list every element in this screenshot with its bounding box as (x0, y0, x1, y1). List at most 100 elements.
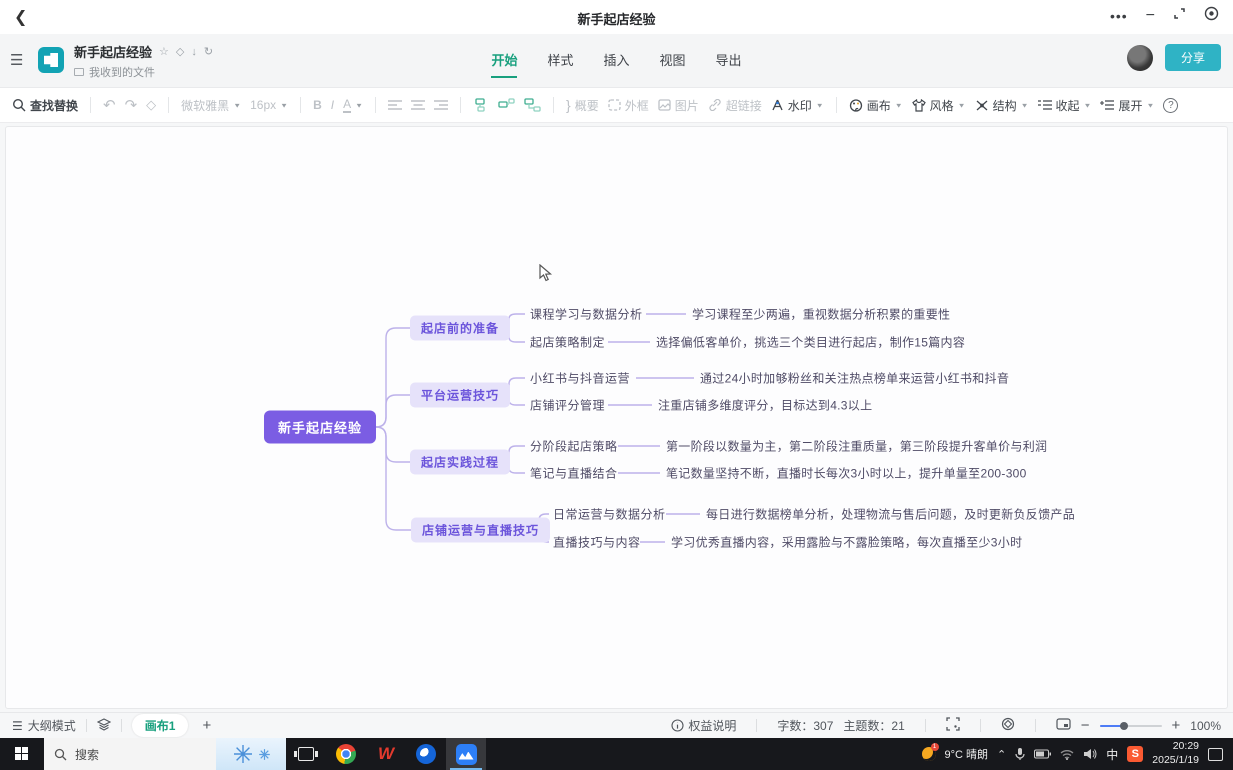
mindmap-connectors (6, 127, 1229, 710)
ime-indicator[interactable]: 中 (1106, 746, 1118, 763)
canvas-button[interactable]: 画布▼ (849, 97, 903, 114)
weather-text[interactable]: 9°C 晴朗 (945, 746, 989, 762)
watermark-button[interactable]: 水印▼ (771, 97, 824, 114)
user-avatar[interactable] (1127, 45, 1153, 71)
mindmap-branch-node[interactable]: 起店实践过程 (410, 450, 510, 475)
start-button[interactable] (0, 738, 44, 770)
microphone-icon[interactable] (1015, 747, 1025, 761)
hidden-icons-chevron[interactable]: ⌃ (997, 748, 1006, 761)
font-size-select[interactable]: 16px▼ (250, 98, 288, 112)
window-title: 新手起店经验 (0, 9, 1233, 28)
minimap-icon[interactable] (1056, 718, 1071, 733)
tab-insert[interactable]: 插入 (603, 50, 629, 78)
font-family-select[interactable]: 微软雅黑▼ (181, 97, 241, 114)
mindmap-detail[interactable]: 学习课程至少两遍，重视数据分析积累的重要性 (692, 306, 950, 323)
mindmap-detail[interactable]: 注重店铺多维度评分，目标达到4.3以上 (658, 397, 872, 414)
style-button[interactable]: 风格▼ (912, 97, 966, 114)
wifi-icon[interactable] (1060, 749, 1074, 760)
image-button[interactable]: 图片 (658, 97, 699, 114)
zoom-slider[interactable] (1100, 725, 1162, 727)
image-label: 图片 (675, 97, 699, 114)
search-placeholder: 搜索 (75, 746, 99, 763)
bold-button[interactable]: B (313, 98, 322, 112)
align-right-icon[interactable] (434, 100, 448, 111)
mindmap-app-icon (456, 744, 477, 765)
record-icon[interactable] (1204, 6, 1219, 26)
zoom-out-icon[interactable]: − (1081, 717, 1090, 734)
notification-icon[interactable] (1208, 748, 1223, 761)
mindmap-app-button[interactable] (446, 738, 486, 770)
maximize-icon[interactable] (1173, 7, 1186, 25)
mindmap-subtopic[interactable]: 店铺评分管理 (530, 397, 605, 414)
find-replace-label: 查找替换 (30, 97, 78, 114)
fullscreen-icon[interactable] (946, 717, 960, 734)
rights-info-button[interactable]: 权益说明 (671, 717, 736, 734)
mindmap-detail[interactable]: 第一阶段以数量为主，第二阶段注重质量，第三阶段提升客单价与利润 (666, 438, 1047, 455)
more-options-icon[interactable]: ••• (1110, 8, 1128, 24)
battery-icon[interactable] (1034, 749, 1051, 759)
minimize-icon[interactable]: − (1146, 7, 1155, 25)
align-left-icon[interactable] (388, 100, 402, 111)
mindmap-subtopic[interactable]: 课程学习与数据分析 (530, 306, 643, 323)
browser-app-button[interactable] (406, 738, 446, 770)
search-icon (12, 98, 26, 112)
mindmap-subtopic[interactable]: 分阶段起店策略 (530, 438, 618, 455)
taskbar-clock[interactable]: 20:29 2025/1/19 (1152, 740, 1199, 767)
undo-icon[interactable]: ↶ (103, 96, 116, 114)
help-icon[interactable]: ? (1163, 98, 1178, 113)
collapse-button[interactable]: 收起▼ (1038, 97, 1092, 114)
mindmap-subtopic[interactable]: 日常运营与数据分析 (553, 506, 666, 523)
mindmap-detail[interactable]: 选择偏低客单价，挑选三个类目进行起店，制作15篇内容 (656, 334, 965, 351)
tab-style[interactable]: 样式 (547, 50, 573, 78)
mindmap-detail[interactable]: 笔记数量坚持不断，直播时长每次3小时以上，提升单量至200-300 (666, 465, 1027, 482)
topic-count: 主题数：21 (843, 717, 904, 734)
align-center-icon[interactable] (411, 100, 425, 111)
mindmap-branch-node[interactable]: 店铺运营与直播技巧 (411, 518, 550, 543)
add-canvas-icon[interactable]: + (202, 717, 211, 734)
mindmap-root-node[interactable]: 新手起店经验 (264, 411, 376, 444)
structure-button[interactable]: 结构▼ (975, 97, 1029, 114)
mindmap-subtopic[interactable]: 起店策略制定 (530, 334, 605, 351)
mindmap-branch-node[interactable]: 起店前的准备 (410, 316, 510, 341)
insert-subtopic-icon[interactable] (498, 98, 515, 112)
insert-topic-icon[interactable] (473, 98, 489, 112)
chrome-app-button[interactable] (326, 738, 366, 770)
canvas-tab[interactable]: 画布1 (132, 714, 189, 737)
font-color-button[interactable]: A▼ (343, 97, 363, 113)
frame-button[interactable]: 外框 (608, 97, 649, 114)
tab-export[interactable]: 导出 (716, 50, 742, 78)
mindmap-subtopic[interactable]: 直播技巧与内容 (553, 534, 641, 551)
find-replace-button[interactable]: 查找替换 (12, 97, 78, 114)
weather-moon-icon[interactable]: 1 (922, 747, 936, 761)
redo-icon[interactable]: ↷ (125, 96, 138, 114)
snowflake-icon (232, 743, 254, 765)
mindmap-branch-node[interactable]: 平台运营技巧 (410, 383, 510, 408)
weather-widget[interactable] (216, 738, 286, 770)
mindmap-detail[interactable]: 每日进行数据榜单分析，处理物流与售后问题，及时更新负反馈产品 (706, 506, 1075, 523)
italic-button[interactable]: I (331, 98, 334, 112)
outline-mode-button[interactable]: ☰ 大纲模式 (12, 717, 76, 734)
insert-sibling-icon[interactable] (524, 98, 541, 112)
zoom-in-icon[interactable]: + (1172, 717, 1181, 734)
ribbon-tabs: 开始 样式 插入 视图 导出 (0, 50, 1233, 78)
tab-view[interactable]: 视图 (660, 50, 686, 78)
share-button[interactable]: 分享 (1165, 44, 1221, 71)
expand-button[interactable]: 展开▼ (1100, 97, 1154, 114)
locate-icon[interactable] (1001, 717, 1015, 734)
mindmap-canvas[interactable]: 新手起店经验 起店前的准备 平台运营技巧 起店实践过程 店铺运营与直播技巧 课程… (5, 126, 1228, 709)
mindmap-subtopic[interactable]: 小红书与抖音运营 (530, 370, 630, 387)
canvas-area: 新手起店经验 起店前的准备 平台运营技巧 起店实践过程 店铺运营与直播技巧 课程… (0, 123, 1233, 712)
mindmap-subtopic[interactable]: 笔记与直播结合 (530, 465, 618, 482)
sogou-icon[interactable]: S (1127, 746, 1143, 762)
wps-app-button[interactable]: W (366, 738, 406, 770)
hyperlink-button[interactable]: 超链接 (708, 97, 762, 114)
mindmap-detail[interactable]: 通过24小时加够粉丝和关注热点榜单来运营小红书和抖音 (700, 370, 1009, 387)
format-painter-icon[interactable]: ◇ (146, 97, 156, 113)
task-view-button[interactable] (286, 738, 326, 770)
taskbar-search-input[interactable]: 搜索 (44, 738, 216, 770)
mindmap-detail[interactable]: 学习优秀直播内容，采用露脸与不露脸策略，每次直播至少3小时 (671, 534, 1022, 551)
tab-start[interactable]: 开始 (491, 50, 517, 78)
layers-icon[interactable] (97, 718, 111, 734)
summary-button[interactable]: }概要 (566, 97, 599, 114)
speaker-icon[interactable] (1083, 748, 1097, 760)
